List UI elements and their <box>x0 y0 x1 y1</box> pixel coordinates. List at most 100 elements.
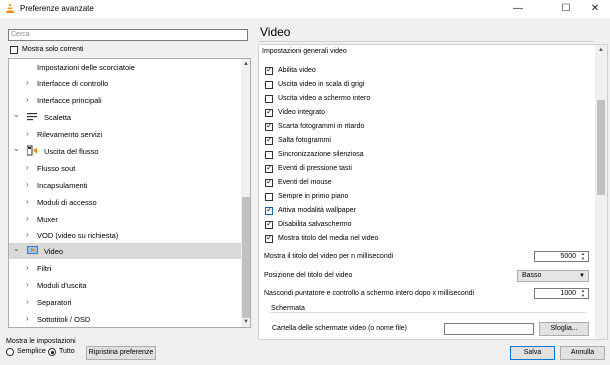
embedded-video-checkbox[interactable] <box>265 107 273 117</box>
fullscreen-checkbox[interactable] <box>265 95 273 103</box>
spin-arrows-icon[interactable]: ▲ ▼ <box>579 288 587 298</box>
playlist-icon <box>27 113 37 121</box>
quiet-sync-checkbox[interactable] <box>265 151 273 159</box>
tree-item-output-modules[interactable]: › Moduli d'uscita <box>9 277 242 293</box>
option-label: Abilita video <box>278 67 316 74</box>
grayscale-checkbox[interactable] <box>265 81 273 89</box>
scroll-down-icon[interactable]: ▼ <box>241 317 250 327</box>
scroll-up-icon[interactable]: ▲ <box>596 45 606 55</box>
title-position-select[interactable]: Basso ▼ <box>517 270 589 282</box>
tree-item-vod[interactable]: › VOD (video su richiesta) <box>9 227 242 243</box>
option-label: Eventi di pressione tasti <box>278 165 352 172</box>
tree-item-playlist[interactable]: ⌄ Scaletta <box>9 109 242 125</box>
tree-item-video[interactable]: ⌄ Video <box>9 243 242 259</box>
spin-arrows-icon[interactable]: ▲ ▼ <box>579 251 587 261</box>
hide-cursor-spinbox[interactable]: 1000 ▲ ▼ <box>534 288 589 299</box>
tree-item-label: Interfacce di controllo <box>37 79 109 88</box>
chevron-right-icon[interactable]: › <box>26 197 29 206</box>
tree-item-service-discovery[interactable]: › Rilevamento servizi <box>9 126 242 142</box>
all-radio[interactable] <box>48 348 56 356</box>
chevron-right-icon[interactable]: › <box>26 230 29 239</box>
window-title: Preferenze avanzate <box>20 4 94 13</box>
tree-item-label: Moduli di accesso <box>37 198 97 207</box>
tree-item-label: Incapsulamenti <box>37 181 88 190</box>
skip-frames-checkbox[interactable] <box>265 135 273 145</box>
tree-item-filters[interactable]: › Filtri <box>9 260 242 276</box>
chevron-right-icon[interactable]: › <box>26 263 29 272</box>
disable-screensaver-checkbox[interactable] <box>265 219 273 229</box>
tree-item-shortcuts[interactable]: Impostazioni delle scorciatoie <box>9 59 242 75</box>
tree-item-muxers[interactable]: › Muxer <box>9 211 242 227</box>
section-title: Impostazioni generali video <box>262 48 347 55</box>
drop-late-frames-checkbox[interactable] <box>265 121 273 131</box>
wallpaper-mode-checkbox[interactable] <box>265 205 273 215</box>
simple-radio-label[interactable]: Semplice <box>17 348 46 355</box>
only-current-checkbox[interactable] <box>10 46 18 54</box>
maximize-button[interactable]: ☐ <box>553 0 579 18</box>
tree-scroll-thumb[interactable] <box>242 197 250 318</box>
title-position-label: Posizione del titolo del video <box>264 272 353 279</box>
tree-item-label: Muxer <box>37 215 58 224</box>
tree-item-label: Interfacce principali <box>37 96 102 105</box>
key-events-checkbox[interactable] <box>265 163 273 173</box>
option-label: Scarta fotogrammi in ritardo <box>278 123 365 130</box>
title-duration-spinbox[interactable]: 5000 ▲ ▼ <box>534 251 589 262</box>
show-settings-label: Mostra le impostazioni <box>6 338 76 345</box>
tree-item-label: VOD (video su richiesta) <box>37 231 119 240</box>
chevron-down-icon[interactable]: ⌄ <box>13 244 20 253</box>
tree-item-access-modules[interactable]: › Moduli di accesso <box>9 194 242 210</box>
page-title: Video <box>260 25 291 39</box>
screenshot-group-title: Schermata <box>271 305 305 312</box>
category-tree[interactable]: Impostazioni delle scorciatoie › Interfa… <box>8 58 251 328</box>
chevron-right-icon[interactable]: › <box>26 78 29 87</box>
option-label: Eventi del mouse <box>278 179 332 186</box>
settings-scrollbar[interactable]: ▲ <box>595 45 607 339</box>
show-media-title-checkbox[interactable] <box>265 233 273 243</box>
tree-item-control-interfaces[interactable]: › Interfacce di controllo <box>9 75 242 91</box>
chevron-right-icon[interactable]: › <box>26 95 29 104</box>
close-button[interactable]: ✕ <box>582 0 608 18</box>
settings-scroll-area[interactable]: Impostazioni generali video Abilita vide… <box>258 44 608 340</box>
tree-item-label: Separatori <box>37 298 72 307</box>
tree-item-packetizers[interactable]: › Incapsulamenti <box>9 177 242 193</box>
always-on-top-checkbox[interactable] <box>265 193 273 201</box>
browse-button[interactable]: Sfoglia... <box>539 322 589 336</box>
save-button[interactable]: Salva <box>510 346 555 360</box>
mouse-events-checkbox[interactable] <box>265 177 273 187</box>
tree-item-label: Filtri <box>37 264 52 273</box>
tree-item-subtitles-osd[interactable]: › Sottotitoli / OSD <box>9 311 242 327</box>
chevron-right-icon[interactable]: › <box>26 163 29 172</box>
chevron-right-icon[interactable]: › <box>26 180 29 189</box>
tree-item-label: Sottotitoli / OSD <box>37 315 91 324</box>
scroll-up-icon[interactable]: ▲ <box>241 59 250 69</box>
chevron-right-icon[interactable]: › <box>26 314 29 323</box>
tree-scrollbar[interactable]: ▲ ▼ <box>241 59 250 327</box>
settings-scroll-thumb[interactable] <box>597 100 605 195</box>
option-label: Disabilita salvaschermo <box>278 221 352 228</box>
all-radio-label[interactable]: Tutto <box>59 348 75 355</box>
chevron-right-icon[interactable]: › <box>26 214 29 223</box>
tree-item-sout-stream[interactable]: › Flusso sout <box>9 160 242 176</box>
tree-item-main-interfaces[interactable]: › Interfacce principali <box>9 92 242 108</box>
chevron-right-icon[interactable]: › <box>26 297 29 306</box>
minimize-button[interactable]: — <box>505 0 531 18</box>
option-label: Attiva modalità wallpaper <box>278 207 356 214</box>
chevron-down-icon[interactable]: ▼ <box>579 271 585 281</box>
chevron-down-icon[interactable]: ⌄ <box>13 110 20 119</box>
search-input[interactable]: Cerca <box>8 29 248 41</box>
tree-item-label: Flusso sout <box>37 164 76 173</box>
chevron-right-icon[interactable]: › <box>26 280 29 289</box>
screenshot-folder-input[interactable] <box>444 323 534 335</box>
enable-video-checkbox[interactable] <box>265 65 273 75</box>
cancel-button[interactable]: Annulla <box>560 346 605 360</box>
simple-radio[interactable] <box>6 348 14 356</box>
chevron-right-icon[interactable]: › <box>26 129 29 138</box>
tree-item-stream-output[interactable]: ⌄ Uscita del flusso <box>9 143 242 159</box>
option-label: Uscita video in scala di grigi <box>278 81 365 88</box>
chevron-down-icon[interactable]: ⌄ <box>13 144 20 153</box>
title-duration-label: Mostra il titolo del video per n millise… <box>264 253 394 260</box>
tree-item-label: Impostazioni delle scorciatoie <box>37 63 135 72</box>
reset-preferences-button[interactable]: Ripristina preferenze <box>86 346 156 360</box>
tree-item-splitters[interactable]: › Separatori <box>9 294 242 310</box>
spinbox-value: 5000 <box>560 253 576 260</box>
